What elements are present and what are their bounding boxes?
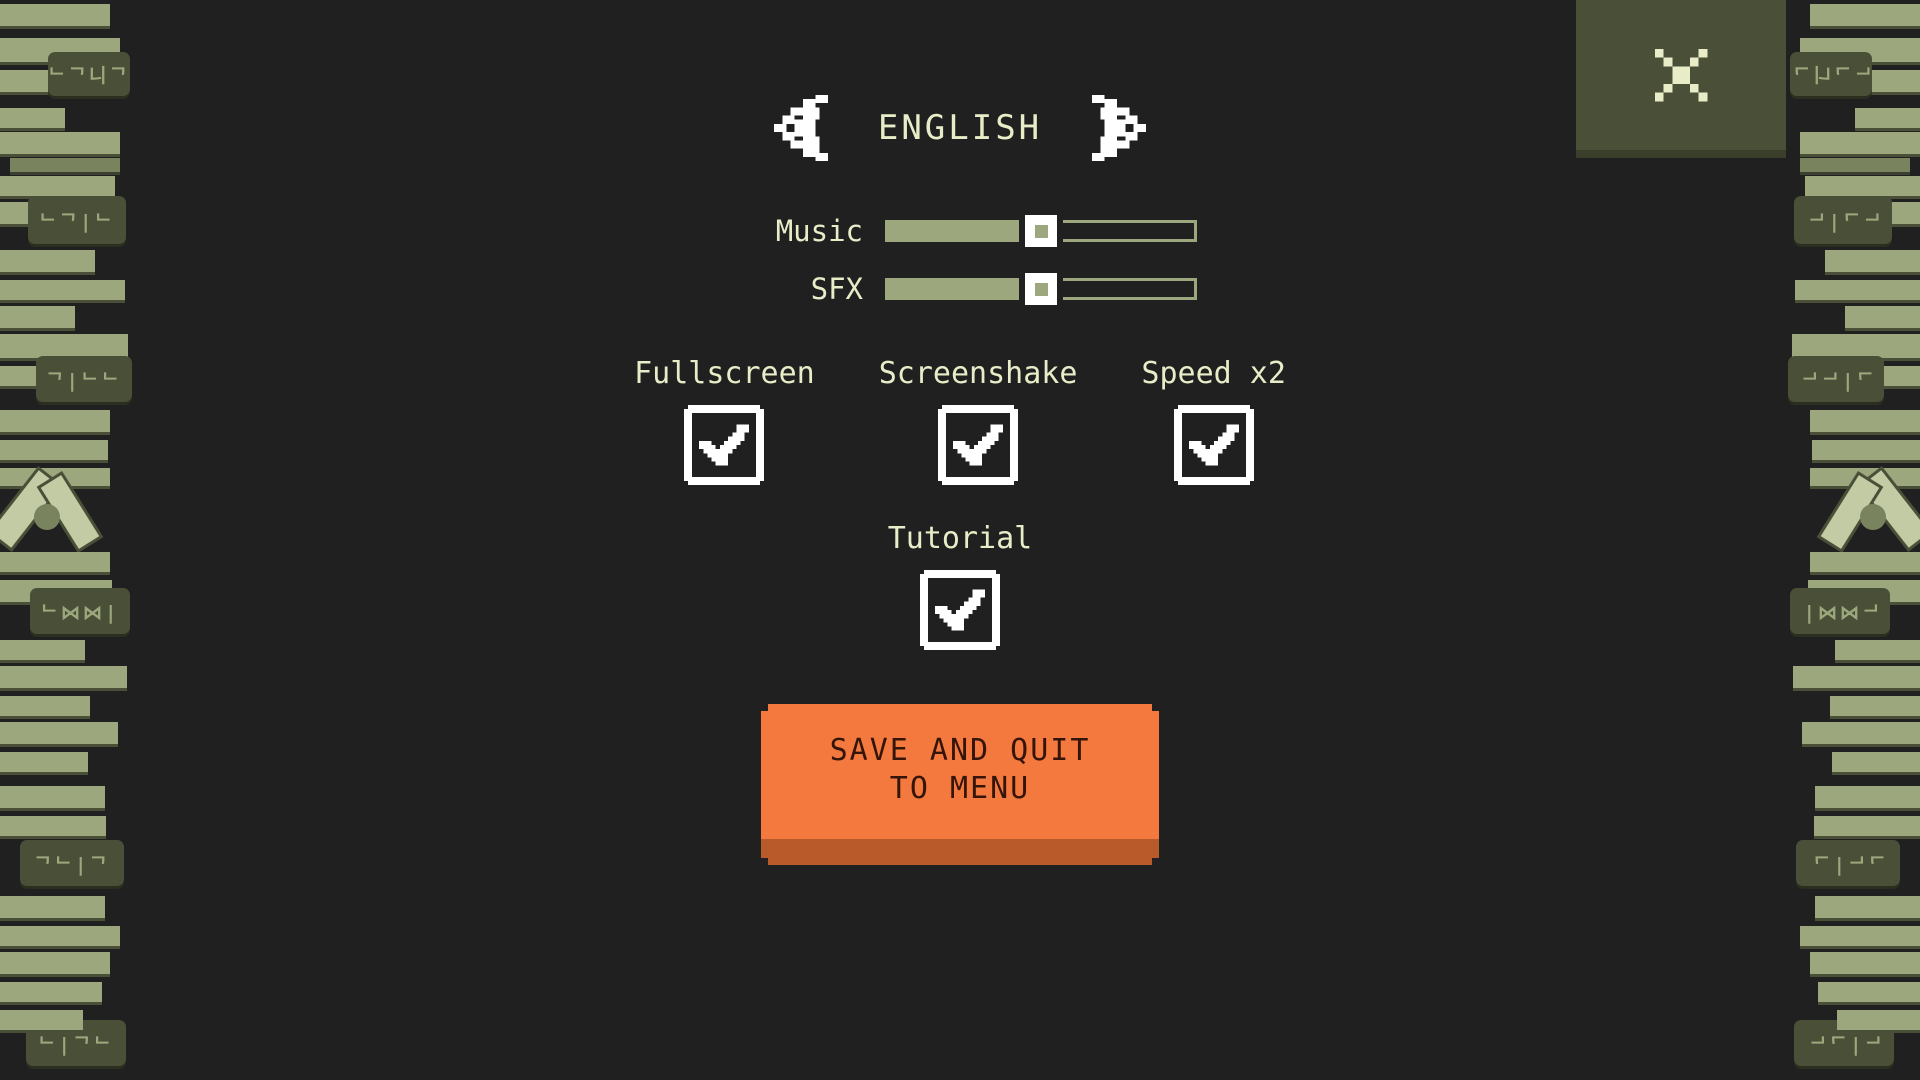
decor-paper <box>0 952 110 974</box>
chevron-right-icon[interactable] <box>1088 94 1146 162</box>
screenshake-label: Screenshake <box>878 356 1078 391</box>
decor-paper <box>1810 952 1920 974</box>
decor-paper <box>1815 896 1920 918</box>
audio-sliders: Music SFX <box>723 214 1197 330</box>
music-slider-handle[interactable] <box>1025 215 1057 247</box>
checkbox-item-screenshake: Screenshake <box>878 356 1078 485</box>
sfx-slider[interactable] <box>885 273 1197 305</box>
decor-tag: ᄀᄂ|ᄀ <box>1796 840 1900 886</box>
language-label: ENGLISH <box>877 108 1043 148</box>
checkbox-item-tutorial: Tutorial <box>887 521 1033 650</box>
decor-tag: ᄂ|ᄀᄂ <box>26 1020 126 1066</box>
save-button-line1: SAVE AND QUIT <box>829 733 1091 768</box>
slider-row-music: Music <box>723 214 1197 248</box>
decor-paper <box>1818 982 1920 1002</box>
check-mark-icon <box>695 416 753 474</box>
sfx-slider-label: SFX <box>810 272 863 306</box>
button-corner <box>761 857 768 865</box>
button-corner <box>1152 704 1159 711</box>
checkbox-item-fullscreen: Fullscreen <box>634 356 815 485</box>
sfx-slider-fill <box>888 281 1041 297</box>
screenshake-checkbox[interactable] <box>938 405 1019 485</box>
checkbox-row-display: Fullscreen Screenshake Speed x2 <box>634 356 1286 485</box>
decor-glyphs: ᄀᄂ|ᄀ <box>1810 853 1886 876</box>
decor-tag: ᄀᄂ|ᄀ <box>20 840 124 886</box>
check-mark-icon <box>949 416 1007 474</box>
check-mark-icon <box>1185 416 1243 474</box>
decor-paper <box>0 1010 83 1030</box>
decor-paper <box>0 926 120 946</box>
decor-glyphs: ᄀᄂ|ᄀ <box>34 853 110 876</box>
checkbox-item-speed-x2: Speed x2 <box>1141 356 1286 485</box>
chevron-left-icon[interactable] <box>774 94 832 162</box>
decor-paper <box>1837 1010 1920 1030</box>
tutorial-checkbox[interactable] <box>920 570 1000 650</box>
tutorial-label: Tutorial <box>887 521 1033 556</box>
settings-panel: ENGLISH Music SFX Fullscreen Screenshake… <box>0 0 1920 865</box>
decor-paper <box>0 982 102 1002</box>
button-corner <box>761 704 768 711</box>
music-slider-fill <box>888 223 1041 239</box>
save-button-line2: TO MENU <box>889 771 1031 807</box>
sfx-slider-handle[interactable] <box>1025 273 1057 305</box>
checkbox-row-tutorial: Tutorial <box>887 521 1033 650</box>
language-selector: ENGLISH <box>774 94 1146 162</box>
decor-glyphs: ᄂ|ᄀᄂ <box>38 1033 114 1056</box>
decor-paper <box>0 896 105 918</box>
decor-glyphs: ᄂ|ᄀᄂ <box>1806 1033 1882 1056</box>
music-slider-label: Music <box>775 214 863 248</box>
check-mark-icon <box>931 581 989 639</box>
save-and-quit-to-menu-button[interactable]: SAVE AND QUIT TO MENU <box>761 704 1159 865</box>
speed-x2-label: Speed x2 <box>1141 356 1286 391</box>
music-slider[interactable] <box>885 215 1197 247</box>
fullscreen-checkbox[interactable] <box>684 405 765 485</box>
decor-paper <box>1800 926 1920 946</box>
decor-tag: ᄂ|ᄀᄂ <box>1794 1020 1894 1066</box>
slider-row-sfx: SFX <box>723 272 1197 306</box>
save-button-wrapper: SAVE AND QUIT TO MENU <box>761 704 1159 865</box>
speed-x2-checkbox[interactable] <box>1173 405 1254 485</box>
fullscreen-label: Fullscreen <box>634 356 815 391</box>
button-corner <box>1152 857 1159 865</box>
